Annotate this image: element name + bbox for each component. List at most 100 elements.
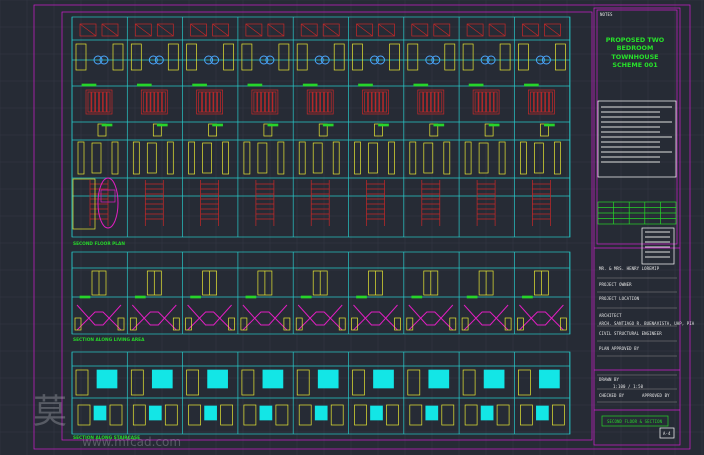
rail-bar — [213, 91, 218, 113]
window-frame — [520, 141, 527, 175]
section-door — [241, 369, 255, 396]
section-tag — [356, 295, 367, 299]
glazing-panel — [262, 369, 284, 389]
section-stair — [353, 304, 398, 326]
section-tag — [300, 295, 312, 299]
section-stair — [519, 311, 564, 331]
window-frame — [222, 141, 229, 175]
section-stair — [76, 311, 122, 331]
section-stair — [297, 311, 343, 331]
second-floor-plan-label: SECOND FLOOR PLAN — [73, 242, 125, 247]
door-swing — [518, 43, 529, 71]
engineer-label: CIVIL STRUCTURAL ENGINEER — [599, 331, 662, 336]
door-swing — [444, 43, 456, 71]
room-label — [267, 123, 279, 127]
section-door — [552, 404, 565, 426]
door-swing — [278, 43, 290, 71]
bed-diagonal — [378, 23, 395, 37]
rail-bar — [478, 91, 483, 113]
rail-bar — [202, 91, 206, 113]
watermark-logo: 莫 — [33, 392, 67, 432]
project-title-line-4: SCHEME 001 — [612, 60, 658, 69]
room-label — [413, 83, 429, 87]
bed-diagonal — [300, 23, 318, 37]
window-frame — [298, 141, 306, 175]
glazing-panel — [425, 405, 439, 421]
window-frame — [554, 141, 561, 175]
glazing-panel — [480, 405, 494, 421]
rail-bar — [308, 91, 313, 113]
room-label — [468, 83, 484, 87]
rail-bar — [545, 91, 549, 113]
glazing-panel — [259, 405, 273, 421]
client-name: MR. & MRS. HENRY LOREMIP — [599, 266, 660, 271]
window-frame — [498, 141, 506, 175]
section-door — [186, 369, 199, 396]
section-stair — [242, 311, 288, 331]
sheet-number: A-4 — [663, 431, 671, 436]
room-label — [488, 123, 500, 127]
section-stair — [297, 304, 343, 326]
room-label — [358, 83, 373, 87]
architect-name: ARCH. SANTIAGO R. BUENAVISTA, UAP, PIA — [599, 321, 695, 326]
approved-label: APPROVED BY — [642, 393, 670, 398]
rail-bar — [541, 91, 546, 113]
owner-label: PROJECT OWNER — [599, 282, 632, 287]
bed-diagonal — [135, 23, 152, 37]
door-swing — [186, 43, 197, 71]
rail-bar — [142, 91, 147, 113]
bed-diagonal — [245, 23, 263, 37]
section-door — [462, 369, 476, 396]
rail-bar — [95, 91, 99, 113]
section-stair — [519, 304, 564, 326]
location-label: PROJECT LOCATION — [599, 296, 640, 301]
rail-bar — [209, 91, 214, 113]
project-title: PROPOSED TWO BEDROOM TOWNHOUSE SCHEME 00… — [599, 36, 671, 69]
furniture-block — [140, 89, 168, 115]
door-swing — [499, 43, 511, 71]
door-swing — [407, 43, 419, 71]
section-door — [109, 404, 123, 426]
room-label — [156, 123, 168, 127]
approval-label: PLAN APPROVED BY — [599, 346, 640, 351]
section-door — [409, 404, 423, 426]
section-door — [296, 369, 310, 396]
rail-bar — [486, 91, 490, 113]
window-frame — [111, 141, 119, 175]
rail-bar — [493, 91, 498, 113]
section-door — [386, 404, 399, 426]
section-door — [188, 404, 201, 426]
section-door — [518, 369, 531, 396]
section-stair — [76, 304, 122, 326]
door-swing — [112, 43, 124, 71]
project-title-line-2: BEDROOM — [616, 44, 654, 53]
section-door — [520, 404, 533, 426]
door-double — [478, 142, 489, 174]
room-label — [378, 123, 389, 127]
door-swing — [462, 43, 474, 71]
rail-bar — [327, 91, 332, 113]
rail-bar — [364, 91, 368, 113]
section-stair — [242, 304, 288, 326]
rail-bar — [430, 91, 435, 113]
window-frame — [277, 141, 285, 175]
bed-diagonal — [190, 23, 207, 37]
bed-diagonal — [522, 23, 539, 37]
rail-bar — [423, 91, 427, 113]
rail-bar — [419, 91, 424, 113]
room-label — [192, 83, 207, 87]
rail-bar — [264, 91, 269, 113]
room-label — [247, 83, 263, 87]
glazing-panel — [483, 369, 505, 389]
rail-bar — [272, 91, 277, 113]
rail-bar — [161, 91, 166, 113]
door-double — [91, 142, 102, 174]
door-double — [312, 142, 323, 174]
bed-diagonal — [466, 23, 484, 37]
room-label — [544, 123, 555, 127]
furniture-block — [196, 89, 223, 115]
sheet-outer-border — [33, 4, 691, 450]
bed-diagonal — [79, 23, 97, 37]
window-frame — [409, 141, 417, 175]
room-label — [81, 83, 97, 87]
